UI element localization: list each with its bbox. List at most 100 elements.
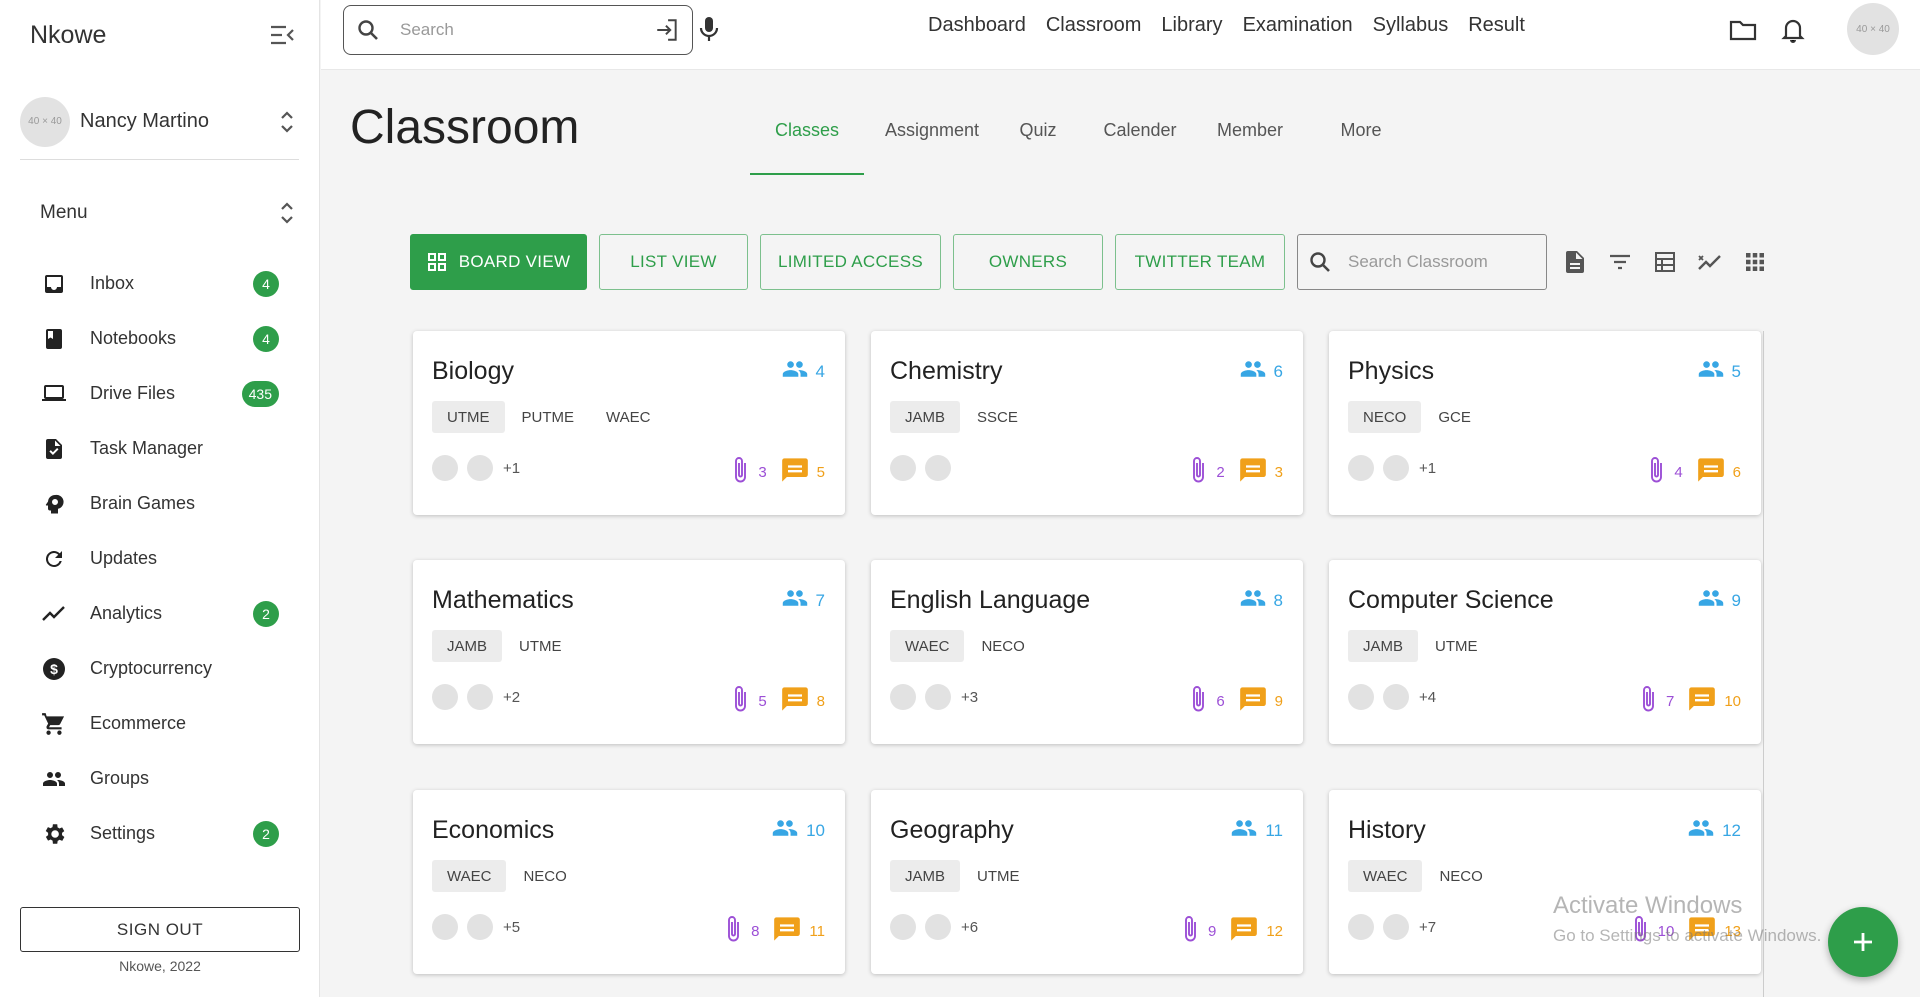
exam-tag[interactable]: GCE	[1423, 401, 1486, 433]
tab-assignment[interactable]: Assignment	[864, 100, 1000, 175]
classroom-search-input[interactable]	[1348, 252, 1536, 272]
member-count[interactable]: 7	[781, 588, 825, 613]
exam-tag[interactable]: WAEC	[591, 401, 665, 433]
top-nav-library[interactable]: Library	[1161, 14, 1222, 37]
sidebar-item-inbox[interactable]: Inbox 4	[0, 256, 319, 311]
class-card[interactable]: Biology 4 UTME PUTME WAEC +1 3 5	[413, 331, 845, 515]
tab-quiz[interactable]: Quiz	[1000, 100, 1076, 175]
member-count[interactable]: 6	[1239, 359, 1283, 384]
top-nav-dashboard[interactable]: Dashboard	[928, 14, 1026, 37]
table-view-icon[interactable]	[1647, 244, 1683, 280]
tab-classes[interactable]: Classes	[750, 100, 864, 175]
exam-tag[interactable]: JAMB	[890, 860, 961, 892]
sidebar-item-updates[interactable]: Updates	[0, 531, 319, 586]
user-switcher[interactable]: 40 × 40 Nancy Martino	[20, 96, 299, 160]
unfold-icon[interactable]	[275, 107, 299, 137]
member-count[interactable]: 5	[1697, 359, 1741, 384]
owners-button[interactable]: OWNERS	[953, 234, 1103, 290]
comments-stat[interactable]: 12	[1230, 916, 1283, 946]
member-count[interactable]: 12	[1687, 818, 1741, 843]
class-card[interactable]: History 12 WAEC NECO +7 10 13	[1329, 790, 1761, 974]
comments-stat[interactable]: 10	[1688, 686, 1741, 716]
folder-icon[interactable]	[1727, 14, 1759, 46]
bell-icon[interactable]	[1777, 14, 1809, 46]
exam-tag[interactable]: UTME	[504, 630, 577, 662]
member-count[interactable]: 4	[781, 359, 825, 384]
login-icon[interactable]	[654, 17, 680, 43]
exam-tag[interactable]: NECO	[508, 860, 581, 892]
exam-tag[interactable]: JAMB	[1348, 630, 1419, 662]
trend-icon[interactable]	[1692, 244, 1728, 280]
class-card[interactable]: Chemistry 6 JAMB SSCE 2 3	[871, 331, 1303, 515]
comments-stat[interactable]: 3	[1239, 457, 1283, 487]
class-card[interactable]: Economics 10 WAEC NECO +5 8 11	[413, 790, 845, 974]
member-count[interactable]: 8	[1239, 588, 1283, 613]
twitter-team-button[interactable]: TWITTER TEAM	[1115, 234, 1285, 290]
collapse-sidebar-button[interactable]	[267, 20, 297, 50]
comments-stat[interactable]: 11	[773, 916, 825, 946]
comments-stat[interactable]: 5	[781, 457, 825, 487]
attachments-stat[interactable]: 4	[1648, 455, 1683, 489]
exam-tag[interactable]: WAEC	[1348, 860, 1423, 892]
exam-tag[interactable]: WAEC	[890, 630, 965, 662]
document-icon[interactable]	[1557, 244, 1593, 280]
comments-stat[interactable]: 6	[1697, 457, 1741, 487]
top-nav-result[interactable]: Result	[1468, 14, 1525, 37]
comments-stat[interactable]: 8	[781, 686, 825, 716]
attachments-stat[interactable]: 7	[1640, 684, 1674, 718]
exam-tag[interactable]: PUTME	[507, 401, 590, 433]
avatar[interactable]: 40 × 40	[1847, 3, 1899, 55]
microphone-icon[interactable]	[696, 14, 722, 44]
class-card[interactable]: Geography 11 JAMB UTME +6 9 12	[871, 790, 1303, 974]
attachments-stat[interactable]: 2	[1190, 455, 1225, 489]
class-card[interactable]: Mathematics 7 JAMB UTME +2 5 8	[413, 560, 845, 744]
tab-member[interactable]: Member	[1204, 100, 1296, 175]
exam-tag[interactable]: UTME	[962, 860, 1035, 892]
apps-grid-icon[interactable]	[1737, 244, 1773, 280]
search-input[interactable]	[400, 20, 654, 40]
sidebar-item-settings[interactable]: Settings 2	[0, 806, 319, 861]
top-nav-examination[interactable]: Examination	[1243, 14, 1353, 37]
attachments-stat[interactable]: 3	[732, 455, 767, 489]
attachments-stat[interactable]: 8	[725, 914, 759, 948]
sidebar-item-drive-files[interactable]: Drive Files 435	[0, 366, 319, 421]
add-class-button[interactable]	[1828, 907, 1898, 977]
filter-icon[interactable]	[1602, 244, 1638, 280]
sidebar-item-brain-games[interactable]: Brain Games	[0, 476, 319, 531]
menu-toggle[interactable]: Menu	[20, 188, 299, 238]
board-view-button[interactable]: BOARD VIEW	[410, 234, 587, 290]
exam-tag[interactable]: WAEC	[432, 860, 507, 892]
member-count[interactable]: 9	[1697, 588, 1741, 613]
exam-tag[interactable]: SSCE	[962, 401, 1033, 433]
limited-access-button[interactable]: LIMITED ACCESS	[760, 234, 941, 290]
exam-tag[interactable]: NECO	[966, 630, 1039, 662]
sidebar-item-groups[interactable]: Groups	[0, 751, 319, 806]
sign-out-button[interactable]: SIGN OUT	[20, 907, 300, 952]
exam-tag[interactable]: JAMB	[432, 630, 503, 662]
attachments-stat[interactable]: 5	[732, 684, 767, 718]
tab-calender[interactable]: Calender	[1076, 100, 1204, 175]
class-card[interactable]: Computer Science 9 JAMB UTME +4 7 10	[1329, 560, 1761, 744]
top-nav-classroom[interactable]: Classroom	[1046, 14, 1142, 37]
tab-more[interactable]: More	[1296, 100, 1426, 175]
attachments-stat[interactable]: 6	[1190, 684, 1225, 718]
exam-tag[interactable]: NECO	[1424, 860, 1497, 892]
list-view-button[interactable]: LIST VIEW	[599, 234, 748, 290]
class-card[interactable]: Physics 5 NECO GCE +1 4 6	[1329, 331, 1761, 515]
sidebar-item-analytics[interactable]: Analytics 2	[0, 586, 319, 641]
sidebar-item-notebooks[interactable]: Notebooks 4	[0, 311, 319, 366]
member-avatars: +3	[890, 684, 978, 710]
class-card[interactable]: English Language 8 WAEC NECO +3 6 9	[871, 560, 1303, 744]
sidebar-item-ecommerce[interactable]: Ecommerce	[0, 696, 319, 751]
top-nav-syllabus[interactable]: Syllabus	[1373, 14, 1449, 37]
comments-stat[interactable]: 9	[1239, 686, 1283, 716]
exam-tag[interactable]: UTME	[432, 401, 505, 433]
attachments-stat[interactable]: 9	[1182, 914, 1216, 948]
member-count[interactable]: 10	[771, 818, 825, 843]
sidebar-item-cryptocurrency[interactable]: $ Cryptocurrency	[0, 641, 319, 696]
exam-tag[interactable]: JAMB	[890, 401, 961, 433]
member-count[interactable]: 11	[1230, 818, 1283, 843]
exam-tag[interactable]: NECO	[1348, 401, 1422, 433]
sidebar-item-task-manager[interactable]: Task Manager	[0, 421, 319, 476]
exam-tag[interactable]: UTME	[1420, 630, 1493, 662]
